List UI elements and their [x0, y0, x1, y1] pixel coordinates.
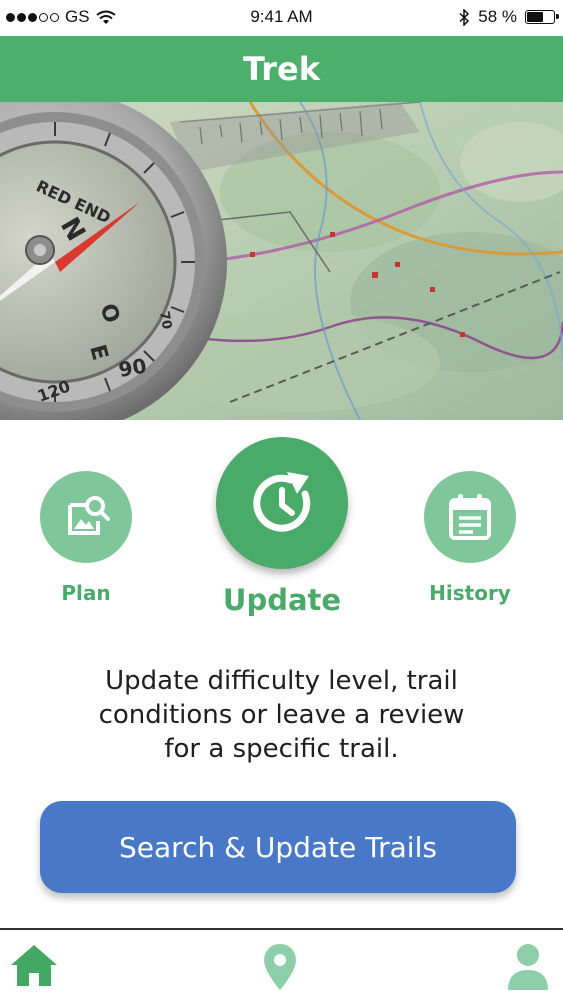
compass-map-illustration: RED END N O E 90 120 70 [0, 102, 563, 420]
plan-feature[interactable]: Plan [40, 471, 132, 605]
history-button[interactable] [424, 471, 516, 563]
update-description: Update difficulty level, trail condition… [60, 664, 503, 766]
description-line: conditions or leave a review [98, 700, 465, 730]
battery-percent: 58 % [478, 7, 517, 26]
update-label: Update [222, 583, 342, 617]
status-right: 58 % [459, 7, 559, 27]
map-pin-icon [264, 944, 296, 990]
app-title: Trek [242, 50, 321, 88]
update-feature[interactable]: Update [216, 437, 348, 617]
svg-text:90: 90 [117, 353, 149, 381]
svg-text:70: 70 [156, 310, 174, 330]
plan-button[interactable] [40, 471, 132, 563]
home-icon [11, 945, 57, 986]
profile-icon [508, 944, 548, 990]
tab-profile[interactable] [506, 942, 550, 996]
status-bar: GS 9:41 AM 58 % [0, 0, 563, 36]
search-update-trails-label: Search & Update Trails [119, 830, 437, 864]
bluetooth-icon [459, 8, 470, 26]
history-label: History [429, 581, 511, 605]
update-button[interactable] [216, 437, 348, 569]
history-feature[interactable]: History [410, 471, 530, 605]
tab-home[interactable] [9, 942, 59, 992]
plan-label: Plan [61, 581, 111, 605]
description-line: Update difficulty level, trail [105, 666, 458, 696]
app-header: Trek [0, 36, 563, 102]
description-line: for a specific trail. [164, 734, 399, 764]
update-clock-icon [253, 472, 311, 532]
calendar-list-icon [449, 494, 491, 540]
tab-map[interactable] [262, 942, 298, 996]
battery-icon [525, 10, 559, 24]
tab-bar [0, 928, 563, 1003]
image-search-icon [68, 496, 110, 535]
hero-image: RED END N O E 90 120 70 [0, 102, 563, 420]
search-update-trails-button[interactable]: Search & Update Trails [40, 801, 516, 893]
